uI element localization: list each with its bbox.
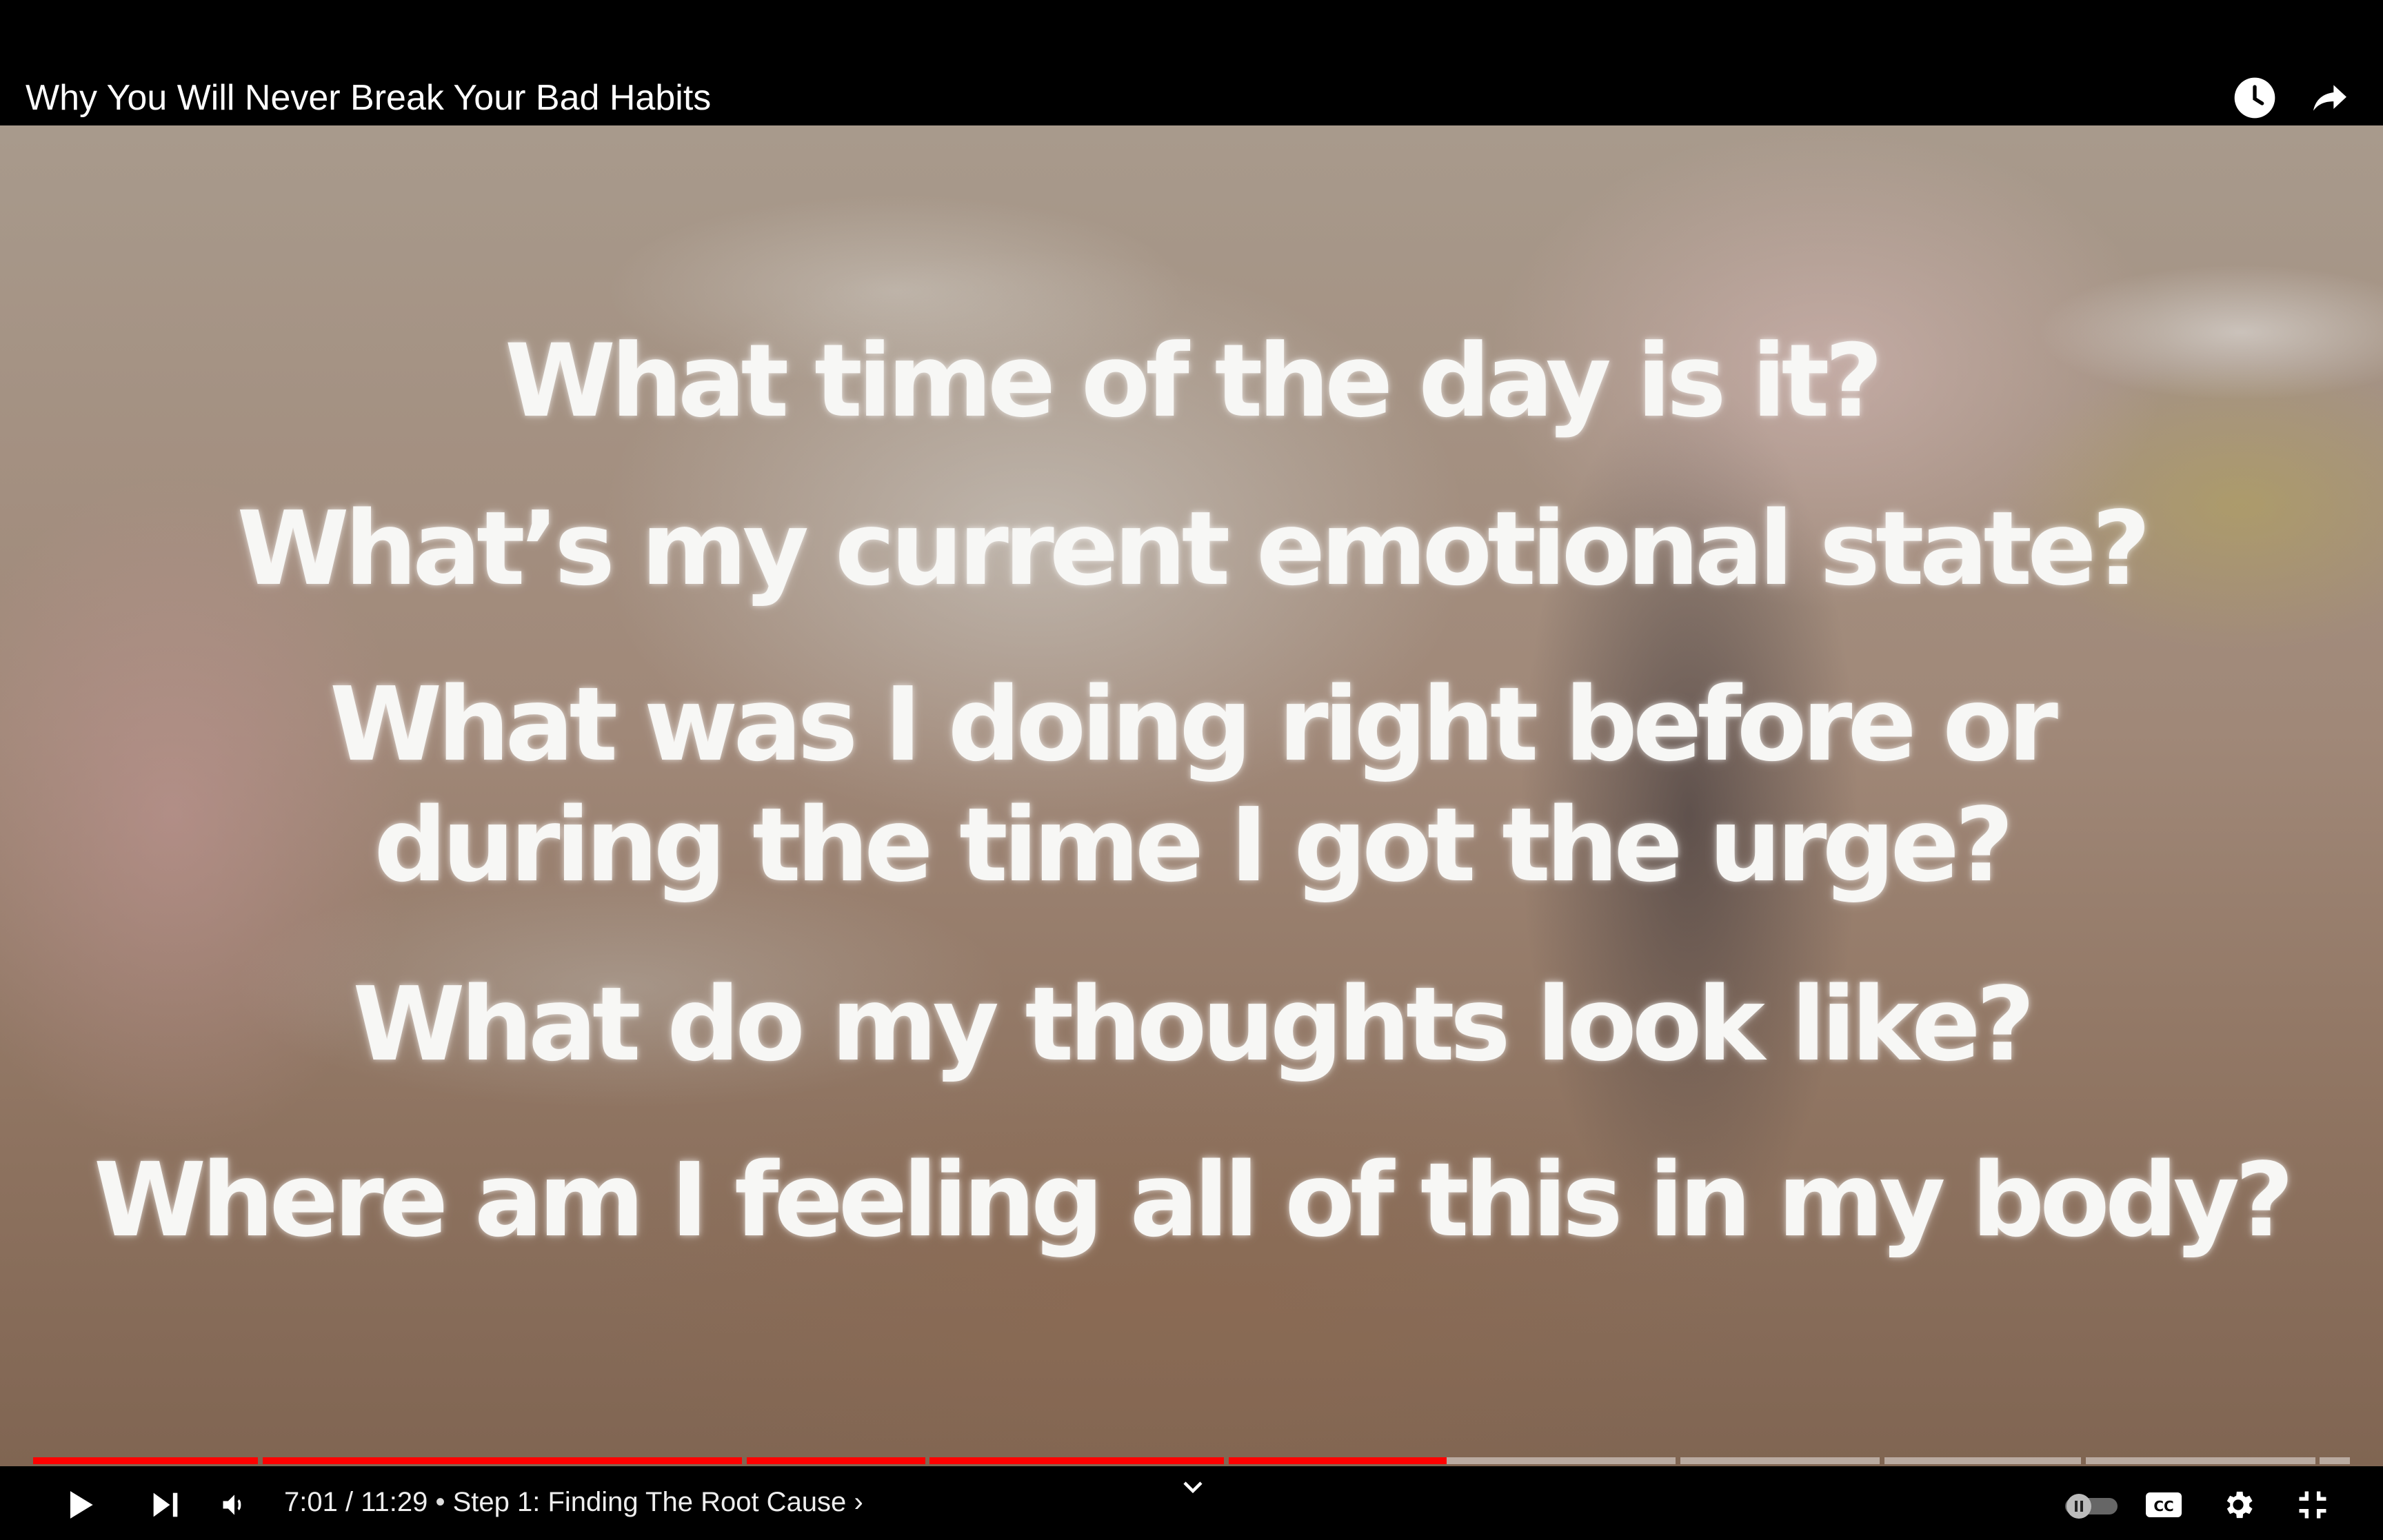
video-caption-overlay: What time of the day is it? What’s my cu…: [0, 125, 2383, 1466]
progress-played-fill: [746, 1457, 925, 1464]
progress-chapter-segment[interactable]: [1680, 1457, 1880, 1464]
video-player[interactable]: Why You Will Never Break Your Bad Habits…: [0, 0, 2383, 1540]
share-arrow-icon: [2313, 85, 2346, 111]
cc-icon: CC: [2146, 1492, 2182, 1517]
chevron-down-icon: [1183, 1481, 1203, 1494]
progress-played-fill: [33, 1457, 258, 1464]
overlay-line: What’s my current emotional state?: [237, 489, 2151, 608]
progress-bar[interactable]: [33, 1457, 2350, 1464]
settings-button[interactable]: [2216, 1483, 2260, 1527]
video-frame[interactable]: What time of the day is it? What’s my cu…: [0, 125, 2383, 1466]
progress-chapter-segment[interactable]: [2085, 1457, 2315, 1464]
watch-later-button[interactable]: [2231, 74, 2278, 121]
svg-text:CC: CC: [2153, 1498, 2173, 1514]
time-separator: /: [337, 1487, 361, 1517]
current-time: 7:01: [284, 1487, 338, 1517]
video-title[interactable]: Why You Will Never Break Your Bad Habits: [26, 77, 711, 119]
gear-icon: [2226, 1491, 2253, 1519]
duration: 11:29: [361, 1487, 428, 1517]
share-button[interactable]: [2306, 74, 2353, 121]
progress-chapter-segment[interactable]: [929, 1457, 1225, 1464]
progress-chapter-segment[interactable]: [746, 1457, 925, 1464]
progress-chapter-segment[interactable]: [1884, 1457, 2082, 1464]
volume-button[interactable]: [212, 1483, 257, 1527]
chapter-arrow-icon: ›: [854, 1487, 863, 1517]
autoplay-toggle[interactable]: [2060, 1483, 2122, 1527]
overlay-line: What do my thoughts look like?: [352, 965, 2035, 1084]
progress-chapter-segment[interactable]: [1228, 1457, 1676, 1464]
exit-fullscreen-button[interactable]: [2291, 1483, 2335, 1527]
play-icon: [70, 1491, 93, 1519]
progress-played-fill: [1228, 1457, 1447, 1464]
captions-button[interactable]: CC: [2142, 1483, 2186, 1527]
overlay-line: What time of the day is it?: [504, 323, 1883, 440]
time-display: 7:01 / 11:29 • Step 1: Finding The Root …: [284, 1487, 863, 1518]
chapter-title-button[interactable]: Step 1: Finding The Root Cause ›: [453, 1487, 863, 1517]
title-bar: Why You Will Never Break Your Bad Habits: [0, 0, 2383, 125]
autoplay-toggle-icon: [2065, 1494, 2118, 1519]
volume-icon: [223, 1495, 241, 1515]
chapter-title: Step 1: Finding The Root Cause: [452, 1487, 847, 1517]
progress-chapter-segment[interactable]: [262, 1457, 743, 1464]
progress-chapter-segment[interactable]: [33, 1457, 258, 1464]
clock-icon: [2234, 77, 2275, 119]
exit-fullscreen-icon: [2299, 1491, 2326, 1519]
progress-played-fill: [262, 1457, 743, 1464]
chapter-bullet: •: [428, 1487, 453, 1517]
chapter-expand-button[interactable]: [1172, 1473, 1214, 1501]
player-controls: 7:01 / 11:29 • Step 1: Finding The Root …: [0, 1466, 2383, 1540]
skip-next-icon: [153, 1492, 178, 1517]
progress-chapter-segment[interactable]: [2320, 1457, 2350, 1464]
play-button[interactable]: [58, 1483, 102, 1527]
progress-played-fill: [929, 1457, 1225, 1464]
next-button[interactable]: [143, 1483, 188, 1527]
overlay-line: during the time I got the urge?: [374, 786, 2013, 904]
overlay-line: What was I doing right before or: [330, 665, 2058, 784]
overlay-line: Where am I feeling all of this in my bod…: [93, 1141, 2294, 1259]
